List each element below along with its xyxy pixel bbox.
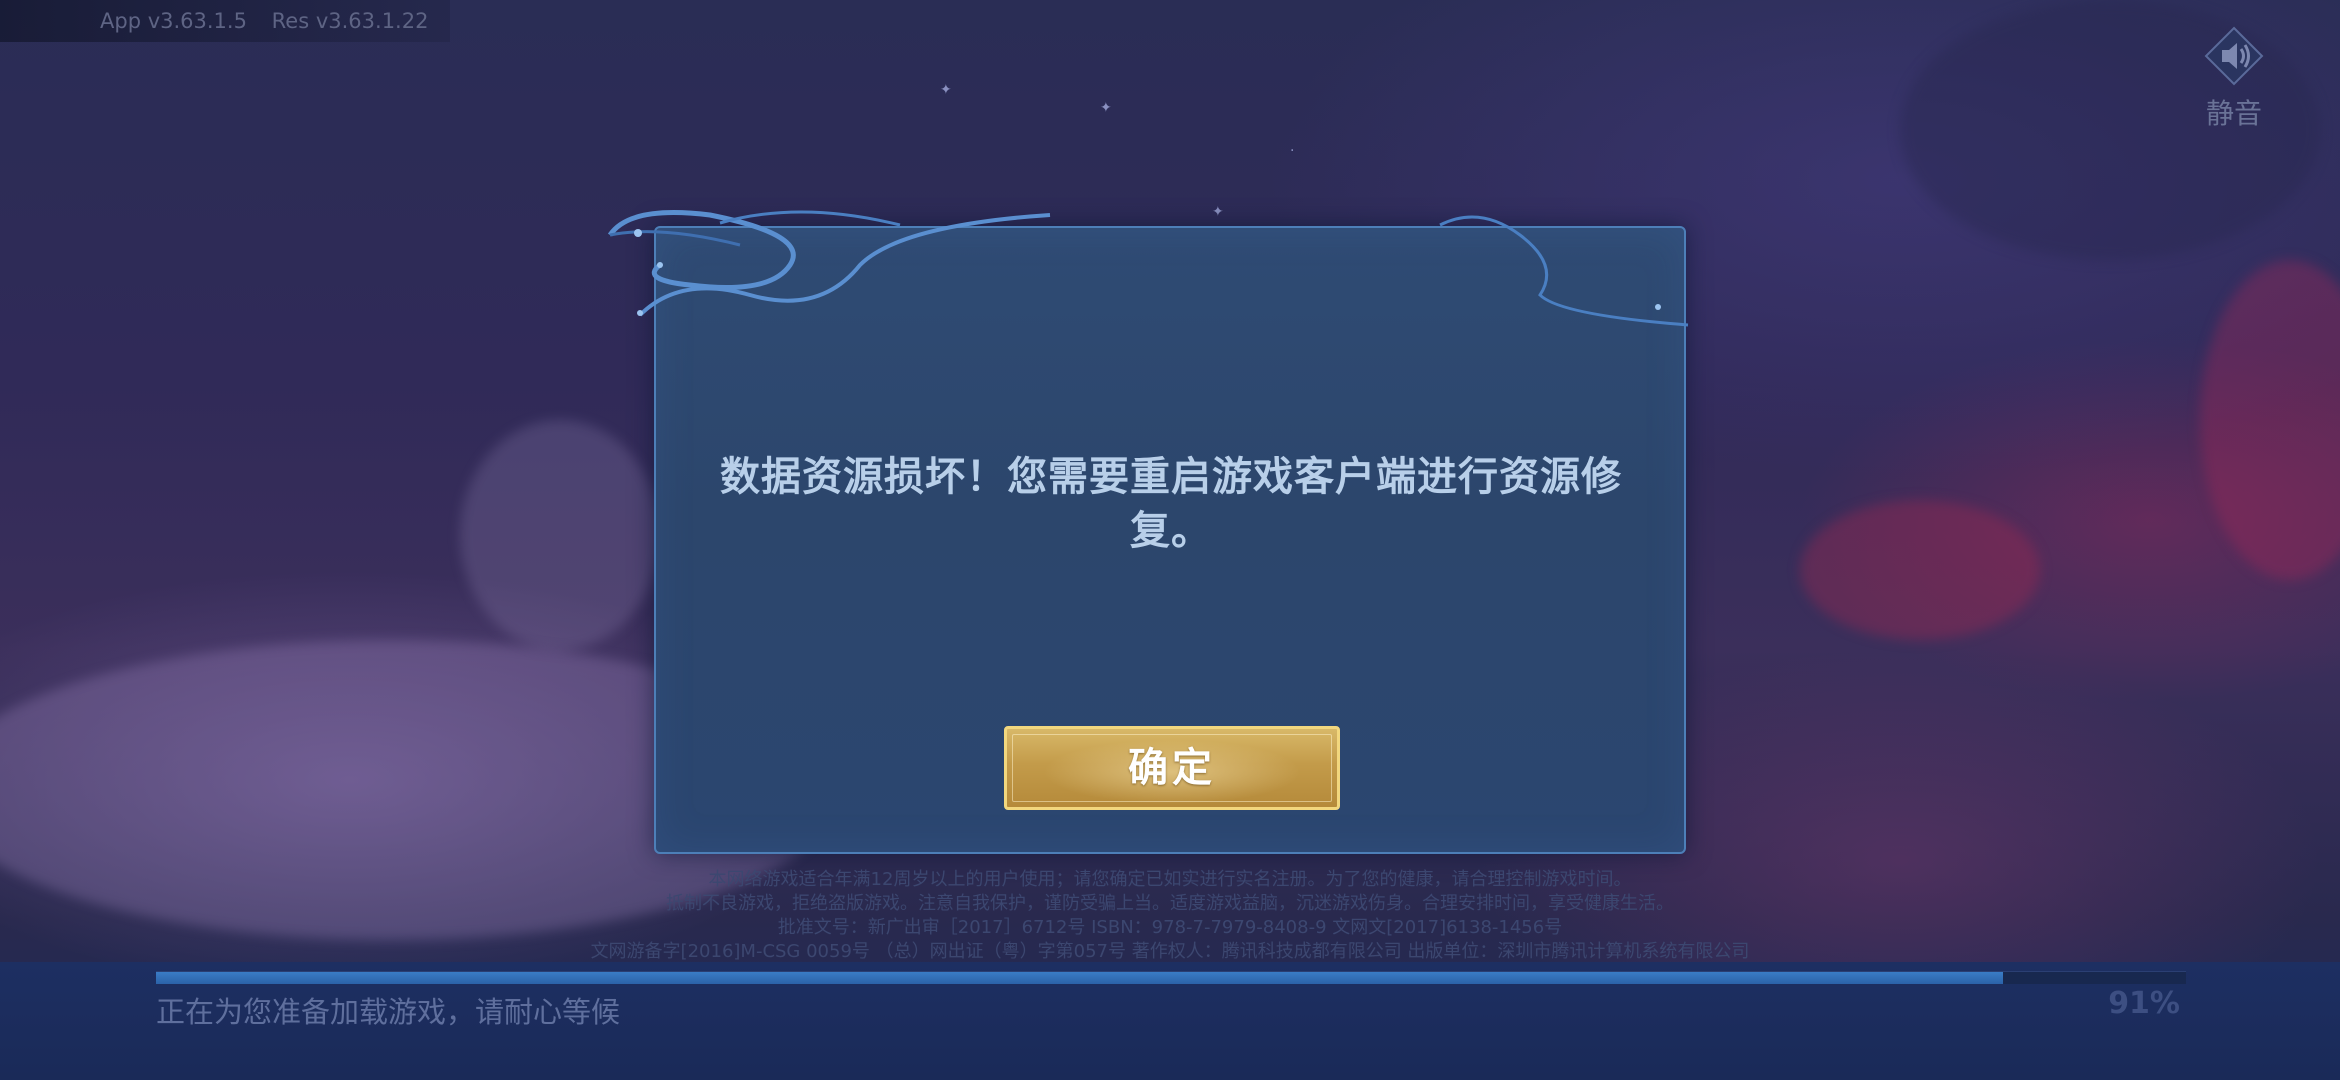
background-creature [460, 420, 660, 650]
progress-bar [156, 971, 2186, 984]
legal-line: 文网游备字[2016]M-CSG 0059号 （总）网出证（粤）字第057号 著… [590, 941, 1750, 962]
game-loading-screen: ✦ ✦ ✦ · App v3.63.1.5 Res v3.63.1.22 静音 … [0, 0, 2340, 1080]
legal-line: 抵制不良游戏，拒绝盗版游戏。注意自我保护，谨防受骗上当。适度游戏益脑，沉迷游戏伤… [666, 893, 1674, 914]
sparkle: ✦ [1212, 204, 1224, 220]
background-coral-right [2200, 260, 2340, 580]
sparkle: ✦ [940, 82, 952, 98]
confirm-button[interactable]: 确定 [1004, 726, 1340, 810]
legal-line: 批准文号：新广出审［2017］6712号 ISBN：978-7-7979-840… [777, 917, 1563, 938]
background-coral [1800, 500, 2040, 640]
sparkle: · [1290, 143, 1295, 159]
app-version: App v3.63.1.5 [100, 9, 247, 33]
progress-fill [156, 972, 2004, 984]
dialog-message: 数据资源损坏！您需要重启游戏客户端进行资源修复。 [720, 454, 1622, 554]
sparkle: ✦ [1100, 100, 1112, 116]
mute-button[interactable]: 静音 [2186, 26, 2282, 130]
legal-line: 本网络游戏适合年满12周岁以上的用户使用；请您确定已如实进行实名注册。为了您的健… [708, 869, 1632, 890]
progress-percent: 91% [2108, 986, 2180, 1021]
res-version: Res v3.63.1.22 [271, 9, 429, 33]
mute-label: 静音 [2205, 97, 2262, 130]
error-dialog: 数据资源损坏！您需要重启游戏客户端进行资源修复。 确定 [654, 226, 1686, 854]
loading-status: 正在为您准备加载游戏，请耐心等候 [156, 995, 621, 1029]
version-info: App v3.63.1.5 Res v3.63.1.22 [0, 0, 450, 42]
legal-notice: 本网络游戏适合年满12周岁以上的用户使用；请您确定已如实进行实名注册。为了您的健… [430, 868, 1910, 964]
speaker-icon [2202, 26, 2266, 90]
